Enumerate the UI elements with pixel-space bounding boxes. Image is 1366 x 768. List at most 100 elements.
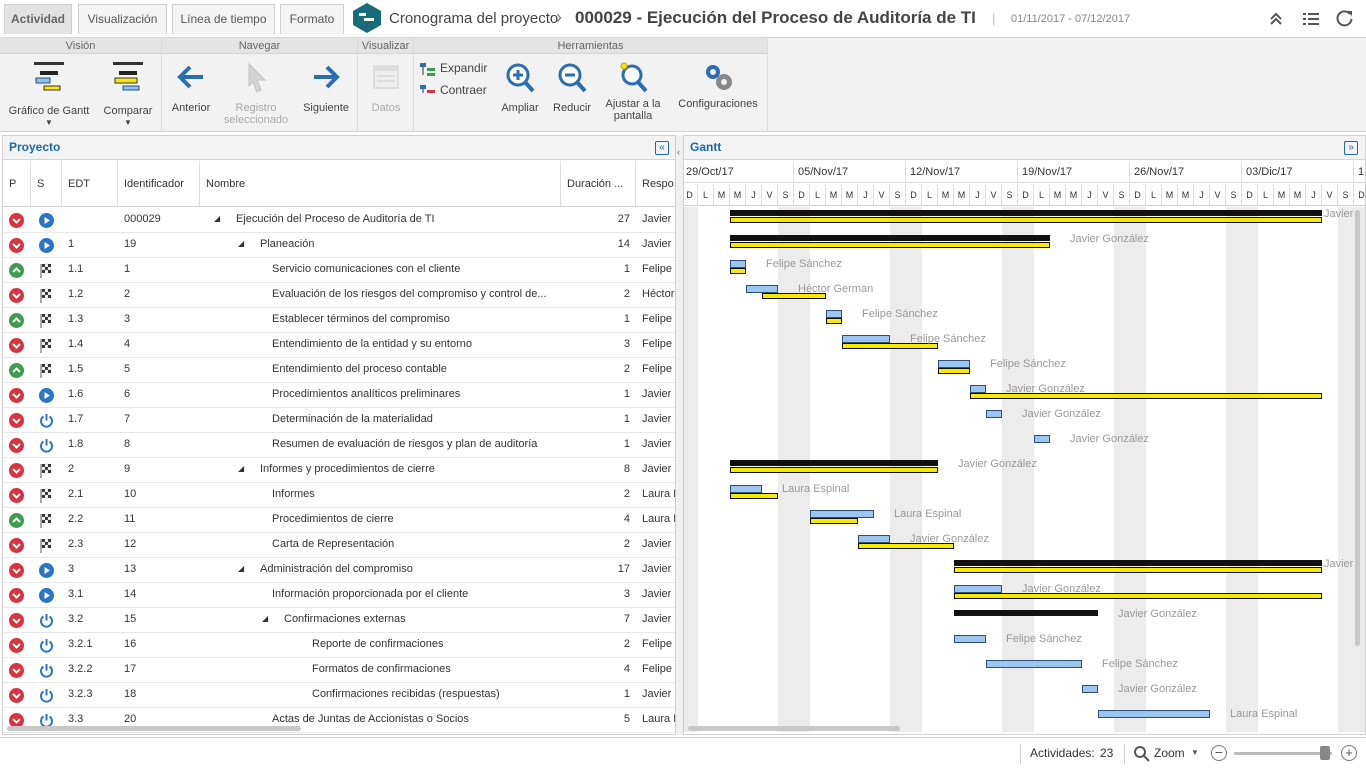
compare-button[interactable]: Comparar ▼ [96, 60, 160, 130]
baseline-bar[interactable] [954, 593, 1322, 599]
column-header-identificador[interactable]: Identificador [118, 161, 200, 207]
task-bar[interactable] [842, 335, 890, 343]
table-row[interactable]: 2.1 10 Informes 2 Laura E [3, 483, 675, 508]
previous-button[interactable]: Anterior [166, 62, 216, 122]
table-row[interactable]: 3.2.1 16 Reporte de confirmaciones 2 Felipe … [3, 633, 675, 658]
baseline-bar[interactable] [954, 567, 1322, 573]
tab-visualizacion[interactable]: Visualización [78, 4, 167, 34]
task-bar[interactable] [1034, 435, 1050, 443]
table-row[interactable]: 2.3 12 Carta de Representación 2 Javier G [3, 533, 675, 558]
summary-bar[interactable] [954, 610, 1098, 616]
table-row[interactable]: 3.2 15 ◢ Confirmaciones externas 7 Javier G [3, 608, 675, 633]
tab-linea-de-tiempo[interactable]: Línea de tiempo [172, 4, 275, 34]
table-row[interactable]: 3 13 ◢ Administración del compromiso 17 Javie… [3, 558, 675, 583]
expand-panel-icon[interactable]: » [1344, 141, 1358, 155]
task-bar[interactable] [858, 535, 890, 543]
expand-toggle-icon[interactable]: ◢ [238, 458, 248, 482]
summary-bar[interactable] [730, 235, 1050, 241]
baseline-bar[interactable] [730, 268, 746, 274]
collapse-tree-button[interactable]: Contraer [418, 82, 498, 100]
tab-actividad[interactable]: Actividad [4, 4, 72, 34]
fit-to-screen-button[interactable]: Ajustar a la pantalla [600, 60, 666, 126]
task-bar[interactable] [1082, 685, 1098, 693]
column-header-p[interactable]: P [3, 161, 31, 207]
gantt-chart-button[interactable]: Gráfico de Gantt ▼ [4, 60, 94, 130]
task-bar[interactable] [986, 410, 1002, 418]
task-bar[interactable] [1098, 710, 1210, 718]
summary-bar[interactable] [730, 210, 1322, 216]
zoom-slider-handle[interactable] [1320, 746, 1330, 760]
table-row[interactable]: 000029 ◢ Ejecución del Proceso de Auditorí… [3, 208, 675, 233]
table-row[interactable]: 3.1 14 Información proporcionada por el cl… [3, 583, 675, 608]
collapse-panel-icon[interactable]: « [655, 141, 669, 155]
zoom-minus-icon[interactable]: − [1211, 745, 1227, 761]
duration-cell: 2 [623, 363, 630, 375]
settings-button[interactable]: Configuraciones [674, 60, 762, 122]
table-row[interactable]: 1.8 8 Resumen de evaluación de riesgos y p… [3, 433, 675, 458]
table-row[interactable]: 2.2 11 Procedimientos de cierre 4 Laura E [3, 508, 675, 533]
data-button[interactable]: Datos [362, 62, 410, 122]
table-row[interactable]: 1.3 3 Establecer términos del compromiso 1 F… [3, 308, 675, 333]
duration-cell: 17 [617, 563, 630, 575]
splitter-arrow-icon: ‹ [677, 147, 680, 157]
task-bar[interactable] [986, 660, 1082, 668]
table-row[interactable]: 1.7 7 Determinación de la materialidad 1 Jav… [3, 408, 675, 433]
task-bar[interactable] [938, 360, 970, 368]
column-header-nombre[interactable]: Nombre [200, 161, 561, 207]
zoom-in-button[interactable]: Ampliar [498, 62, 542, 122]
zoom-slider[interactable] [1234, 746, 1332, 760]
column-header-s[interactable]: S [31, 161, 62, 207]
task-bar[interactable] [730, 485, 762, 493]
table-row[interactable]: 2 9 ◢ Informes y procedimientos de cierre 8 J… [3, 458, 675, 483]
panel-splitter[interactable]: ‹ [676, 135, 683, 735]
table-row[interactable]: 1 19 ◢ Planeación 14 Javier G [3, 233, 675, 258]
table-row[interactable]: 3.2.3 18 Confirmaciones recibidas (respues… [3, 683, 675, 708]
zoom-plus-icon[interactable]: + [1341, 745, 1357, 761]
task-bar[interactable] [826, 310, 842, 318]
expand-toggle-icon[interactable]: ◢ [238, 558, 248, 582]
table-row[interactable]: 1.2 2 Evaluación de los riesgos del compro… [3, 283, 675, 308]
table-row[interactable]: 1.1 1 Servicio comunicaciones con el clien… [3, 258, 675, 283]
tab-formato[interactable]: Formato [280, 4, 344, 34]
summary-bar[interactable] [954, 560, 1322, 566]
summary-bar[interactable] [730, 460, 938, 466]
refresh-icon[interactable] [1336, 9, 1354, 27]
task-bar[interactable] [746, 285, 778, 293]
priority-down-icon [9, 238, 24, 253]
baseline-bar[interactable] [730, 242, 1050, 248]
expand-button[interactable]: Expandir [418, 60, 498, 78]
zoom-out-button[interactable]: Reducir [548, 62, 596, 122]
day-label: L [1258, 184, 1274, 206]
baseline-bar[interactable] [730, 467, 938, 473]
list-icon[interactable] [1302, 11, 1320, 27]
expand-toggle-icon[interactable]: ◢ [238, 233, 248, 257]
expand-toggle-icon[interactable]: ◢ [262, 608, 272, 632]
baseline-bar[interactable] [826, 318, 842, 324]
gantt-horizontal-scrollbar[interactable] [688, 726, 900, 731]
collapse-up-icon[interactable] [1268, 11, 1284, 27]
baseline-bar[interactable] [730, 217, 1322, 223]
next-button[interactable]: Siguiente [298, 62, 354, 122]
task-bar[interactable] [810, 510, 874, 518]
selected-record-button[interactable]: Registro seleccionado [220, 62, 292, 126]
table-row[interactable]: 1.4 4 Entendimiento de la entidad y su ent… [3, 333, 675, 358]
project-panel-title: Proyecto [3, 136, 675, 160]
table-row[interactable]: 1.5 5 Entendimiento del proceso contable 2 F… [3, 358, 675, 383]
task-bar[interactable] [954, 585, 1002, 593]
zoom-dropdown[interactable]: Zoom ▼ [1134, 744, 1200, 764]
baseline-bar[interactable] [938, 368, 970, 374]
baseline-bar[interactable] [730, 493, 778, 499]
task-bar[interactable] [730, 260, 746, 268]
baseline-bar[interactable] [810, 518, 858, 524]
task-bar[interactable] [970, 385, 986, 393]
horizontal-scrollbar[interactable] [7, 726, 301, 731]
expand-toggle-icon[interactable]: ◢ [214, 208, 224, 232]
column-header-duracion[interactable]: Duración ... [561, 161, 636, 207]
zoom-out-icon [556, 62, 588, 94]
gantt-vertical-scrollbar[interactable] [1355, 210, 1360, 646]
column-header-responsable[interactable]: Respo [636, 161, 675, 207]
column-header-edt[interactable]: EDT [62, 161, 118, 207]
table-row[interactable]: 3.2.2 17 Formatos de confirmaciones 4 Felipe… [3, 658, 675, 683]
table-row[interactable]: 1.6 6 Procedimientos analíticos preliminar… [3, 383, 675, 408]
task-bar[interactable] [954, 635, 986, 643]
